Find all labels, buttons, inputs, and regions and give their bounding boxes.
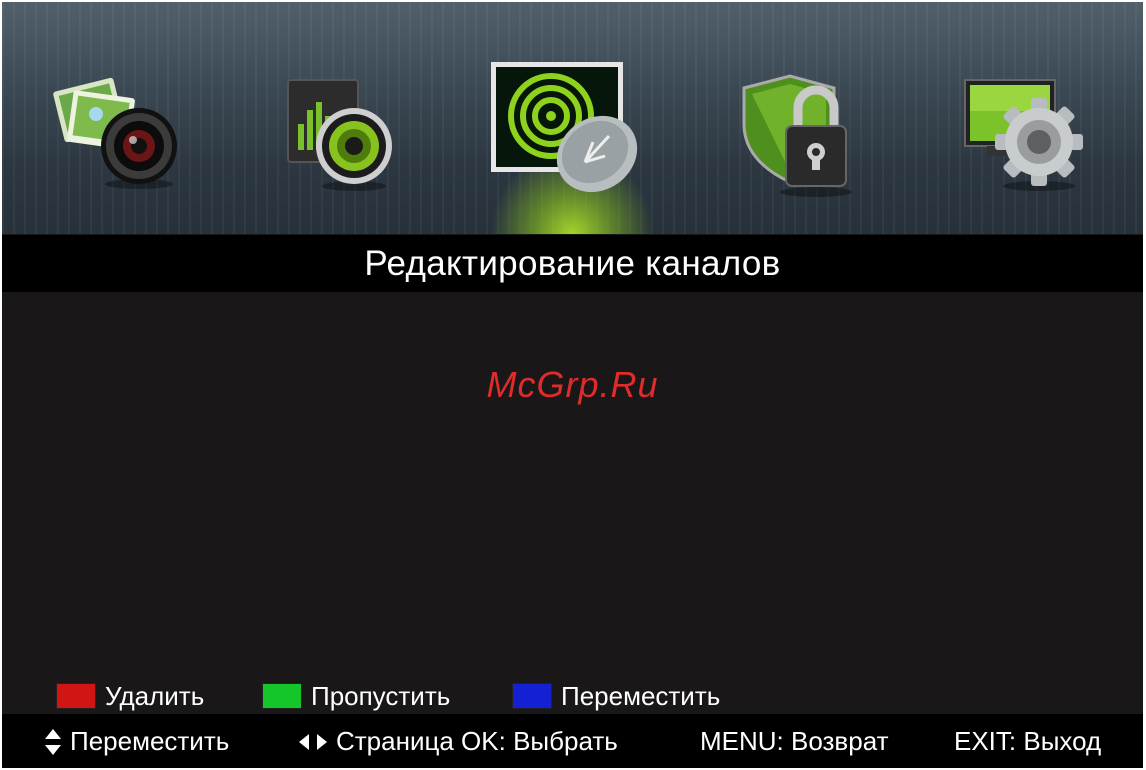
green-key-icon: [262, 683, 302, 709]
help-move: Переместить: [44, 726, 229, 757]
satellite-dish-icon[interactable]: [489, 58, 654, 208]
legend-move-label: Переместить: [561, 680, 721, 711]
photo-camera-icon[interactable]: [44, 54, 194, 204]
help-menu: MENU: Возврат: [700, 726, 889, 757]
legend-delete: Удалить: [56, 680, 205, 711]
blue-key-icon: [512, 683, 552, 709]
help-page-ok: Страница OK: Выбрать: [298, 726, 618, 757]
page-title: Редактирование каналов: [2, 235, 1143, 292]
help-move-label: Переместить: [70, 726, 230, 756]
help-bar: Переместить Страница OK: Выбрать MENU: В…: [2, 714, 1143, 768]
help-menu-label: MENU: Возврат: [700, 726, 889, 756]
legend-skip-label: Пропустить: [311, 680, 451, 711]
music-speaker-icon[interactable]: [270, 54, 420, 204]
legend-skip: Пропустить: [262, 680, 451, 711]
channel-list-area: McGrp.Ru: [2, 292, 1143, 677]
tv-menu-screen: Редактирование каналов McGrp.Ru Удалить …: [2, 2, 1143, 768]
watermark: McGrp.Ru: [486, 364, 659, 405]
legend-move: Переместить: [512, 680, 721, 711]
shield-lock-icon[interactable]: [734, 54, 884, 204]
help-page-ok-label: Страница OK: Выбрать: [336, 726, 618, 756]
left-right-arrows-icon: [299, 733, 327, 750]
monitor-gear-icon[interactable]: [957, 54, 1107, 204]
up-down-arrows-icon: [45, 728, 61, 755]
color-key-legend: Удалить Пропустить Переместить: [2, 678, 1143, 714]
main-menu-bar: [2, 2, 1143, 234]
help-exit: EXIT: Выход: [954, 726, 1101, 757]
red-key-icon: [56, 683, 96, 709]
legend-delete-label: Удалить: [105, 680, 205, 711]
help-exit-label: EXIT: Выход: [954, 726, 1102, 756]
